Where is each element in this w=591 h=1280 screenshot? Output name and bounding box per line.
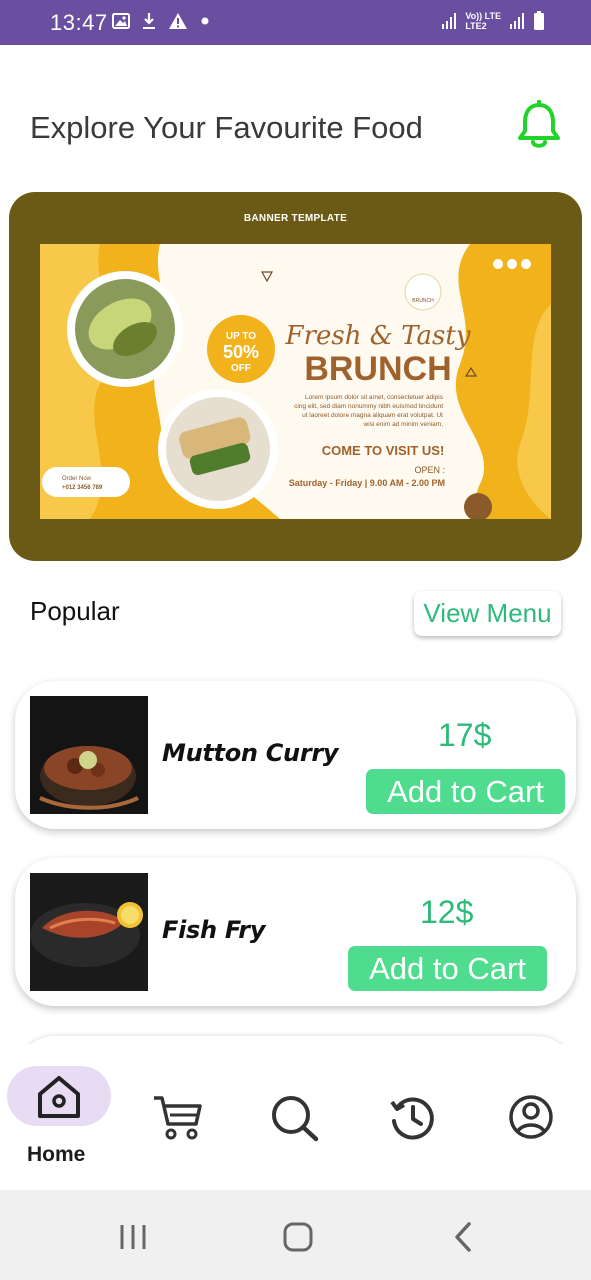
signal-icon: [442, 13, 457, 29]
banner-body-line2: cing elit, sed diam nonummy nibh euismod…: [294, 403, 443, 410]
add-to-cart-button[interactable]: Add to Cart: [348, 946, 547, 991]
home-icon[interactable]: [36, 1074, 82, 1120]
status-time: 13:47: [50, 10, 108, 35]
network-label: Vo)) LTE LTE2: [465, 11, 501, 31]
banner-body-line1: Lorem ipsum dolor sit amet, consectetuer…: [305, 394, 444, 401]
home-circle-icon[interactable]: [282, 1221, 314, 1253]
bell-icon[interactable]: [514, 100, 564, 152]
bottom-navigation: Home: [0, 1044, 591, 1190]
food-thumbnail: [30, 873, 148, 991]
food-price: 12$: [420, 894, 474, 930]
add-to-cart-button[interactable]: Add to Cart: [366, 769, 565, 814]
history-icon[interactable]: [389, 1094, 437, 1142]
nav-home-label[interactable]: Home: [27, 1143, 85, 1167]
food-name: Fish Fry: [162, 916, 266, 944]
banner-cta: COME TO VISIT US!: [322, 443, 445, 458]
food-thumbnail: [30, 696, 148, 814]
promo-banner[interactable]: BANNER TEMPLATE UP TO 50% OFF BRUNCH Fre…: [9, 192, 582, 561]
food-card[interactable]: Mutton Curry 17$ Add to Cart: [15, 681, 576, 829]
warning-icon: [169, 13, 187, 29]
banner-open-label: OPEN :: [414, 465, 445, 475]
banner-body-line3: ut laoreet dolore magna aliquam erat vol…: [302, 412, 443, 419]
dot-icon: [201, 17, 209, 25]
banner-artwork: UP TO 50% OFF BRUNCH Fresh & Tasty BRUNC…: [40, 244, 551, 519]
status-bar: 13:47 Vo)) LTE LTE2: [0, 0, 591, 45]
banner-order-label: Order Now: [62, 476, 92, 482]
system-navigation-bar: [0, 1190, 591, 1280]
network-label-bottom: LTE2: [465, 21, 487, 31]
food-price: 17$: [438, 717, 492, 753]
status-notification-icons: [112, 12, 210, 30]
banner-caption: BANNER TEMPLATE: [243, 213, 348, 224]
banner-hours: Saturday - Friday | 9.00 AM - 2.00 PM: [289, 478, 445, 488]
mutton-curry-image: [30, 696, 148, 814]
food-name: Mutton Curry: [162, 739, 339, 767]
discount-bottom: OFF: [231, 363, 251, 374]
gallery-icon: [112, 13, 130, 29]
download-icon: [143, 13, 155, 29]
banner-image: UP TO 50% OFF BRUNCH Fresh & Tasty BRUNC…: [40, 244, 551, 519]
banner-headline: BRUNCH: [304, 350, 451, 388]
banner-body-line4: wisi enim ad minim veniam,: [363, 421, 444, 428]
page-title: Explore Your Favourite Food: [30, 110, 423, 145]
profile-icon[interactable]: [508, 1094, 554, 1140]
back-icon[interactable]: [452, 1221, 474, 1253]
recents-icon[interactable]: [118, 1222, 148, 1252]
network-label-top: Vo)) LTE: [465, 11, 501, 21]
app-screen: 13:47 Vo)) LTE LTE2 Explore Your Favouri…: [0, 0, 591, 1280]
food-card[interactable]: Fish Fry 12$ Add to Cart: [15, 858, 576, 1006]
battery-icon: [534, 11, 544, 30]
discount-value: 50%: [223, 342, 259, 362]
banner-headline-script: Fresh & Tasty: [285, 321, 471, 351]
cart-icon[interactable]: [152, 1094, 202, 1140]
view-menu-button[interactable]: View Menu: [414, 591, 561, 636]
search-icon[interactable]: [270, 1094, 320, 1142]
signal-icon: [510, 13, 524, 29]
banner-logo-text: BRUNCH: [412, 298, 434, 304]
status-system-icons: Vo)) LTE LTE2: [441, 11, 545, 31]
discount-top: UP TO: [226, 331, 256, 342]
popular-title: Popular: [30, 596, 120, 626]
fish-fry-image: [30, 873, 148, 991]
banner-order-phone: +012 3456 789: [62, 485, 103, 491]
